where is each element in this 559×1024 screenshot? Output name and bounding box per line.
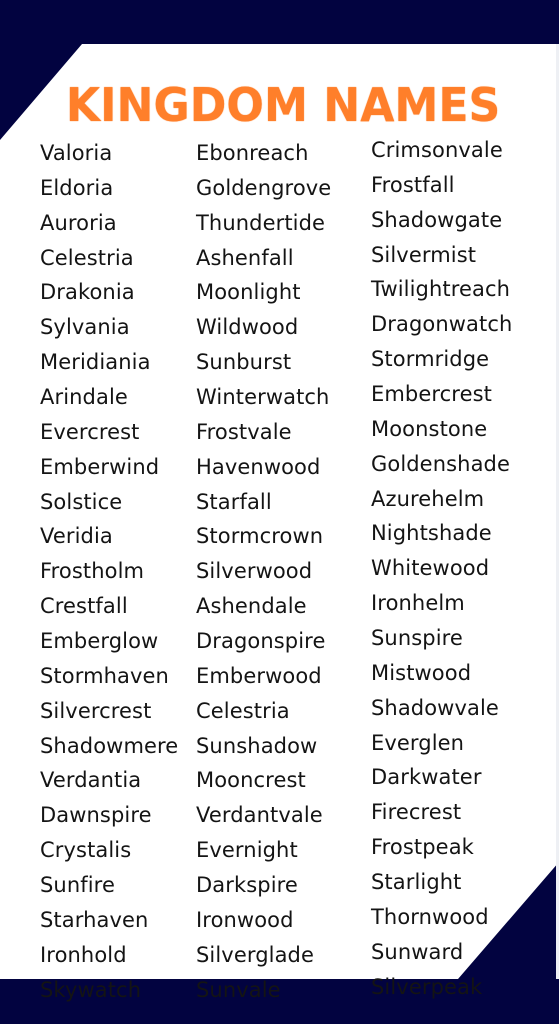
kingdom-name-item: Verdantvale bbox=[196, 803, 323, 828]
kingdom-name-item: Emberwood bbox=[196, 663, 322, 688]
kingdom-name-item: Darkwater bbox=[371, 765, 482, 790]
kingdom-name-item: Solstice bbox=[40, 489, 123, 514]
kingdom-name-item: Shadowmere bbox=[40, 733, 179, 758]
kingdom-name-item: Dragonwatch bbox=[371, 312, 513, 337]
kingdom-name-item: Celestria bbox=[196, 698, 290, 723]
kingdom-name-item: Stormhaven bbox=[40, 663, 169, 688]
kingdom-name-item: Sunburst bbox=[196, 350, 292, 375]
kingdom-name-item: Dragonspire bbox=[196, 629, 326, 654]
kingdom-name-item: Starfall bbox=[196, 489, 272, 514]
kingdom-name-item: Ironhelm bbox=[371, 591, 465, 616]
kingdom-name-item: Eldoria bbox=[40, 175, 114, 200]
names-column-3: Crimsonvale Frostfall Shadowgate Silvermist… bbox=[371, 135, 512, 1006]
kingdom-name-item: Sunfire bbox=[40, 873, 115, 898]
kingdom-name-item: Firecrest bbox=[371, 800, 462, 825]
kingdom-name-item: Winterwatch bbox=[196, 385, 330, 410]
kingdom-name-item: Arindale bbox=[40, 385, 128, 410]
kingdom-name-item: Stormcrown bbox=[196, 524, 324, 549]
kingdom-name-item: Sunvale bbox=[196, 977, 281, 1002]
kingdom-name-item: Crestfall bbox=[40, 594, 128, 619]
kingdom-name-item: Dawnspire bbox=[40, 803, 152, 828]
kingdom-name-item: Stormridge bbox=[371, 347, 490, 372]
kingdom-name-item: Frostpeak bbox=[371, 835, 474, 860]
names-column-2: Ebonreach Goldengrove Thundertide Ashenfall… bbox=[196, 138, 331, 1009]
kingdom-name-item: Shadowgate bbox=[371, 207, 503, 232]
kingdom-name-item: Veridia bbox=[40, 524, 113, 549]
kingdom-name-item: Sylvania bbox=[40, 315, 130, 340]
kingdom-name-item: Silvercrest bbox=[40, 698, 152, 723]
kingdom-name-item: Everglen bbox=[371, 730, 465, 755]
kingdom-name-item: Azurehelm bbox=[371, 486, 485, 511]
kingdom-name-item: Starhaven bbox=[40, 907, 149, 932]
kingdom-name-item: Ebonreach bbox=[196, 141, 309, 165]
kingdom-name-item: Nightshade bbox=[371, 521, 492, 546]
kingdom-name-item: Thundertide bbox=[196, 210, 326, 235]
kingdom-name-item: Mistwood bbox=[371, 660, 472, 685]
kingdom-name-item: Ashenfall bbox=[196, 245, 294, 270]
kingdom-name-item: Twilightreach bbox=[371, 277, 511, 302]
kingdom-name-item: Celestria bbox=[40, 245, 134, 270]
page-title: KINGDOM NAMES bbox=[65, 78, 501, 132]
kingdom-name-item: Frostfall bbox=[371, 172, 455, 197]
kingdom-name-item: Goldengrove bbox=[196, 175, 332, 200]
kingdom-name-item: Thornwood bbox=[371, 904, 489, 929]
kingdom-name-item: Drakonia bbox=[40, 280, 135, 305]
kingdom-name-item: Havenwood bbox=[196, 454, 321, 479]
kingdom-name-item: Valoria bbox=[40, 141, 113, 165]
kingdom-name-item: Mooncrest bbox=[196, 768, 306, 793]
kingdom-name-item: Auroria bbox=[40, 210, 117, 235]
kingdom-name-item: Meridiania bbox=[40, 350, 151, 375]
kingdom-name-item: Silverpeak bbox=[371, 974, 483, 999]
kingdom-name-item: Silverglade bbox=[196, 942, 314, 967]
kingdom-name-item: Emberwind bbox=[40, 454, 160, 479]
kingdom-name-item: Ironwood bbox=[196, 907, 294, 932]
names-column-1: Valoria Eldoria Auroria Celestria Drakonia Sy… bbox=[40, 138, 178, 1009]
kingdom-name-item: Sunward bbox=[371, 939, 464, 964]
kingdom-name-item: Silvermist bbox=[371, 242, 477, 267]
kingdom-name-item: Frostholm bbox=[40, 559, 145, 584]
kingdom-name-item: Silverwood bbox=[196, 559, 313, 584]
kingdom-name-item: Skywatch bbox=[40, 977, 142, 1002]
kingdom-name-item: Moonstone bbox=[371, 416, 488, 441]
kingdom-name-item: Evercrest bbox=[40, 419, 140, 444]
kingdom-name-item: Emberglow bbox=[40, 629, 159, 654]
kingdom-name-item: Darkspire bbox=[196, 873, 298, 898]
kingdom-name-item: Crystalis bbox=[40, 838, 132, 863]
kingdom-name-item: Verdantia bbox=[40, 768, 142, 793]
kingdom-name-item: Goldenshade bbox=[371, 451, 510, 476]
kingdom-name-item: Starlight bbox=[371, 870, 462, 895]
kingdom-name-item: Embercrest bbox=[371, 382, 492, 407]
kingdom-name-item: Evernight bbox=[196, 838, 298, 863]
kingdom-name-item: Shadowvale bbox=[371, 695, 499, 720]
kingdom-name-item: Crimsonvale bbox=[371, 138, 503, 162]
kingdom-name-item: Sunshadow bbox=[196, 733, 318, 758]
kingdom-name-item: Ashendale bbox=[196, 594, 307, 619]
kingdom-name-item: Sunspire bbox=[371, 626, 463, 651]
kingdom-name-item: Frostvale bbox=[196, 419, 292, 444]
kingdom-name-item: Wildwood bbox=[196, 315, 299, 340]
kingdom-name-item: Whitewood bbox=[371, 556, 490, 581]
kingdom-name-item: Ironhold bbox=[40, 942, 127, 967]
kingdom-name-item: Moonlight bbox=[196, 280, 301, 305]
